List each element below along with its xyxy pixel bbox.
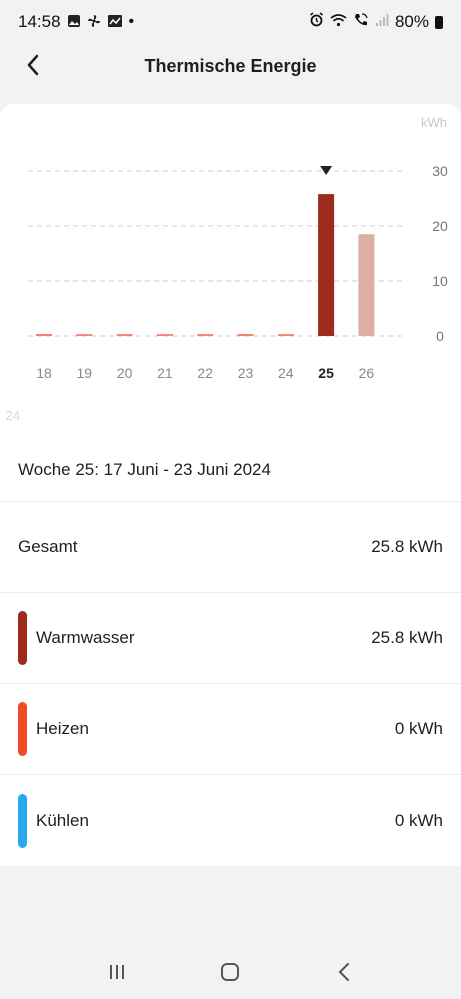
total-label: Gesamt xyxy=(18,537,78,556)
selected-marker-icon xyxy=(320,166,333,175)
system-back-button[interactable] xyxy=(324,952,364,992)
home-icon xyxy=(221,962,240,981)
x-tick-label: 23 xyxy=(238,365,254,381)
list-item-kuehlen: Kühlen 0 kWh xyxy=(0,775,461,866)
wifi-icon xyxy=(330,12,347,32)
status-bar: 14:58 • 80% xyxy=(0,0,461,44)
battery-text: 80% xyxy=(394,12,429,31)
wifi-call-icon xyxy=(353,12,369,32)
kuehlen-label: Kühlen xyxy=(36,810,89,830)
dot-icon: • xyxy=(128,13,135,30)
back-button[interactable] xyxy=(18,50,48,80)
x-tick-label: 19 xyxy=(77,365,93,381)
signal-icon xyxy=(375,12,389,32)
chevron-left-icon xyxy=(27,54,39,76)
week-range: Woche 25: 17 Juni - 23 Juni 2024 xyxy=(0,438,461,502)
recent-apps-button[interactable] xyxy=(97,952,137,992)
home-button[interactable] xyxy=(210,952,250,992)
bar xyxy=(358,234,375,336)
partial-axis-label: 24 xyxy=(6,408,20,423)
fan-icon xyxy=(87,14,101,31)
battery-icon xyxy=(435,15,443,29)
header: Thermische Energie xyxy=(0,44,461,88)
y-tick-label: 30 xyxy=(432,163,448,179)
y-tick-label: 0 xyxy=(436,328,444,344)
status-right: 80% xyxy=(309,12,443,32)
x-tick-label: 20 xyxy=(117,365,133,381)
x-tick-label: 24 xyxy=(278,365,294,381)
warmwasser-color-indicator xyxy=(18,611,27,665)
warmwasser-value: 25.8 kWh xyxy=(371,628,443,647)
bar xyxy=(318,194,335,336)
list-item-total: Gesamt 25.8 kWh xyxy=(0,502,461,593)
gallery-icon xyxy=(67,14,81,31)
status-left: 14:58 • xyxy=(18,12,134,32)
x-tick-label: 22 xyxy=(197,365,213,381)
alarm-icon xyxy=(309,12,324,32)
y-tick-label: 10 xyxy=(432,273,448,289)
x-tick-label: 21 xyxy=(157,365,173,381)
list-item-warmwasser: Warmwasser 25.8 kWh xyxy=(0,593,461,684)
kuehlen-color-indicator xyxy=(18,793,27,848)
kuehlen-value: 0 kWh xyxy=(394,810,443,830)
x-tick-label: 26 xyxy=(359,365,375,381)
warmwasser-label: Warmwasser xyxy=(36,628,135,647)
page-title: Thermische Energie xyxy=(144,55,317,76)
heizen-color-indicator xyxy=(18,702,27,756)
list-item-heizen: Heizen 0 kWh xyxy=(0,684,461,775)
image-icon xyxy=(107,14,123,31)
y-tick-label: 20 xyxy=(432,218,448,234)
y-unit-label: kWh xyxy=(421,115,447,130)
status-time: 14:58 xyxy=(18,12,61,31)
heizen-label: Heizen xyxy=(36,719,89,738)
energy-summary-list: Gesamt 25.8 kWh Warmwasser 25.8 kWh Heiz… xyxy=(0,502,461,866)
x-tick-label: 25 xyxy=(318,365,334,381)
week-label: Woche 25: 17 Juni - 23 Juni 2024 xyxy=(18,459,271,479)
heizen-value: 0 kWh xyxy=(394,719,443,738)
x-tick-label: 18 xyxy=(36,365,52,381)
back-icon xyxy=(338,962,350,981)
total-value: 25.8 kWh xyxy=(371,537,443,556)
energy-bar-chart[interactable]: kWh 0 10 20 30 18 19 20 21 22 23 24 25 26 24 xyxy=(0,104,461,438)
system-nav-bar xyxy=(0,944,461,999)
chart-card: kWh 0 10 20 30 18 19 20 21 22 23 24 25 26 24 xyxy=(0,104,461,438)
recent-apps-icon xyxy=(109,964,124,979)
